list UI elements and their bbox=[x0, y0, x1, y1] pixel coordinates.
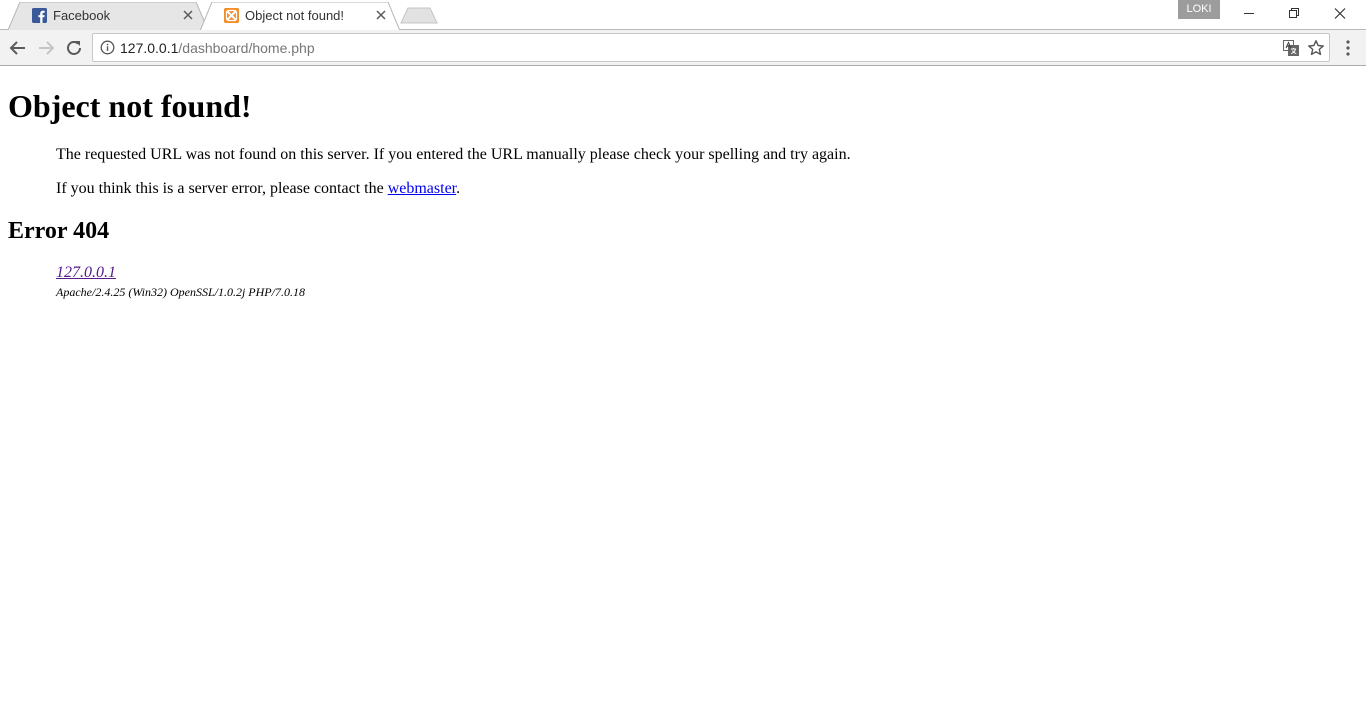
page-title: Object not found! bbox=[8, 88, 252, 124]
server-address: 127.0.0.1 bbox=[56, 264, 116, 282]
browser-chrome: Facebook Object not found! LOKI 127.0.0.… bbox=[0, 0, 1366, 66]
contact-message: If you think this is a server error, ple… bbox=[56, 180, 460, 198]
url-host: 127.0.0.1 bbox=[120, 40, 179, 56]
browser-toolbar: 127.0.0.1/dashboard/home.php bbox=[0, 30, 1366, 66]
tab-facebook[interactable]: Facebook bbox=[8, 2, 208, 30]
address-url[interactable]: 127.0.0.1/dashboard/home.php bbox=[120, 40, 315, 56]
tab-label: Object not found! bbox=[245, 8, 345, 23]
star-icon[interactable] bbox=[1307, 39, 1325, 57]
tab-object-not-found[interactable]: Object not found! bbox=[200, 2, 400, 31]
close-window-button[interactable] bbox=[1318, 0, 1363, 28]
back-arrow-icon bbox=[9, 41, 25, 55]
info-icon[interactable] bbox=[100, 40, 115, 55]
close-icon bbox=[1334, 8, 1346, 19]
error-code-heading: Error 404 bbox=[8, 218, 110, 244]
url-path: /dashboard/home.php bbox=[178, 40, 315, 56]
address-bar[interactable]: 127.0.0.1/dashboard/home.php bbox=[92, 33, 1330, 62]
forward-arrow-icon bbox=[39, 41, 55, 55]
server-signature: Apache/2.4.25 (Win32) OpenSSL/1.0.2j PHP… bbox=[56, 285, 305, 299]
close-tab-icon[interactable] bbox=[182, 9, 194, 21]
new-tab-button[interactable] bbox=[400, 7, 438, 24]
back-button[interactable] bbox=[7, 37, 29, 59]
forward-button[interactable] bbox=[35, 37, 57, 59]
kebab-menu-icon[interactable] bbox=[1338, 39, 1358, 57]
tab-strip: Facebook Object not found! LOKI bbox=[0, 0, 1366, 31]
webmaster-link[interactable]: webmaster bbox=[388, 180, 456, 197]
close-tab-icon[interactable] bbox=[375, 9, 387, 21]
facebook-icon bbox=[32, 8, 47, 23]
contact-text-end: . bbox=[456, 180, 461, 197]
page-content: Object not found! The requested URL was … bbox=[0, 66, 1366, 726]
translate-icon[interactable] bbox=[1283, 40, 1299, 56]
tab-label: Facebook bbox=[53, 8, 111, 23]
reload-icon bbox=[67, 41, 81, 55]
restore-icon bbox=[1289, 8, 1299, 18]
contact-text: If you think this is a server error, ple… bbox=[56, 180, 388, 197]
xampp-icon bbox=[224, 8, 239, 23]
minimize-button[interactable] bbox=[1227, 0, 1272, 28]
error-message: The requested URL was not found on this … bbox=[56, 146, 851, 163]
restore-button[interactable] bbox=[1272, 0, 1317, 28]
profile-badge[interactable]: LOKI bbox=[1178, 0, 1220, 19]
server-host-link[interactable]: 127.0.0.1 bbox=[56, 264, 116, 281]
reload-button[interactable] bbox=[63, 37, 85, 59]
minimize-icon bbox=[1244, 13, 1254, 14]
